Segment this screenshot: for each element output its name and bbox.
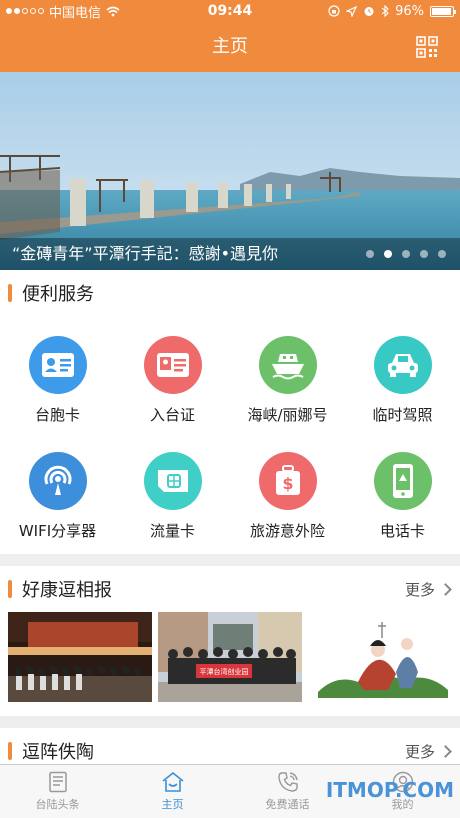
carousel-dot[interactable] [438, 250, 446, 258]
home-icon [162, 771, 183, 792]
tab-label: 主页 [161, 798, 184, 811]
section-accent-bar [8, 742, 12, 760]
nav-bar: 主页 [0, 22, 460, 72]
qr-code-icon[interactable] [416, 36, 438, 58]
permit-card-icon [143, 335, 202, 394]
news-section: 好康逗相报 更多 平潭台湾创业园 [0, 566, 460, 716]
more-label: 更多 [404, 742, 435, 761]
insurance-icon: $ [258, 451, 317, 510]
service-label: WIFI分享器 [18, 521, 97, 540]
tab-home[interactable]: 主页 [115, 765, 230, 818]
carrier-label: 中国电信 [49, 5, 102, 21]
service-label: 流量卡 [149, 521, 195, 540]
service-label: 海峡/丽娜号 [247, 405, 328, 424]
chevron-right-icon [439, 744, 452, 758]
section-title: 好康逗相报 [22, 580, 112, 601]
more-link[interactable]: 更多 [404, 566, 452, 612]
service-label: 台胞卡 [34, 405, 80, 424]
tab-label: 免费通话 [265, 798, 310, 811]
tab-headlines[interactable]: 台陆头条 [0, 765, 115, 818]
banner-carousel[interactable]: “金磚青年”平潭行手記：感謝•遇見你 [0, 72, 460, 270]
bluetooth-icon [381, 5, 389, 17]
wifi-icon [28, 451, 87, 510]
section-title: 便利服务 [22, 284, 94, 305]
location-icon [346, 5, 358, 17]
service-temp-license[interactable]: 临时驾照 [345, 322, 460, 438]
chevron-right-icon [439, 582, 452, 596]
wifi-signal-icon [106, 6, 120, 16]
watermark: ITMOP.COM [325, 778, 454, 802]
services-section: 便利服务 台胞卡 入台证 海峡/丽娜号 临时驾照 WIFI分享器 流量卡 $ 旅… [0, 270, 460, 554]
service-data-card[interactable]: 流量卡 [115, 438, 230, 554]
phone-card-icon [373, 451, 432, 510]
car-icon [373, 335, 432, 394]
service-taibao-card[interactable]: 台胞卡 [0, 322, 115, 438]
service-label: 电话卡 [379, 521, 425, 540]
section-accent-bar [8, 284, 12, 302]
battery-percent: 96% [395, 3, 424, 19]
orientation-lock-icon [328, 5, 340, 17]
clock: 09:44 [207, 3, 253, 19]
service-wifi-sharer[interactable]: WIFI分享器 [0, 438, 115, 554]
sim-card-icon [143, 451, 202, 510]
signal-strength-icon [6, 8, 44, 14]
photo-banner-text: 平潭台湾创业园 [200, 667, 249, 676]
news-icon [48, 771, 67, 793]
alarm-icon [364, 7, 374, 16]
phone-icon [277, 772, 298, 792]
carousel-dot[interactable] [420, 250, 428, 258]
carousel-dot[interactable] [384, 250, 392, 258]
carousel-dot[interactable] [402, 250, 410, 258]
service-ferry[interactable]: 海峡/丽娜号 [230, 322, 345, 438]
carousel-dot[interactable] [366, 250, 374, 258]
news-photo-illustration[interactable] [308, 612, 452, 702]
service-travel-insurance[interactable]: $ 旅游意外险 [230, 438, 345, 554]
section-title: 逗阵佚陶 [22, 742, 94, 763]
service-phone-card[interactable]: 电话卡 [345, 438, 460, 554]
svg-text:$: $ [282, 474, 293, 493]
news-photo-group[interactable]: 平潭台湾创业园 [158, 612, 302, 702]
id-card-icon [28, 335, 87, 394]
service-entry-permit[interactable]: 入台证 [115, 322, 230, 438]
more-label: 更多 [404, 580, 435, 599]
ferry-icon [258, 335, 317, 394]
status-bar: 中国电信 09:44 96% [0, 0, 460, 22]
carousel-pager[interactable] [366, 250, 446, 258]
tab-label: 台陆头条 [35, 798, 80, 811]
news-photo-stage[interactable] [8, 612, 152, 702]
service-label: 临时驾照 [372, 405, 433, 424]
service-label: 入台证 [149, 405, 195, 424]
service-label: 旅游意外险 [249, 521, 325, 540]
battery-icon [430, 5, 456, 17]
page-title: 主页 [212, 36, 248, 57]
section-accent-bar [8, 580, 12, 598]
